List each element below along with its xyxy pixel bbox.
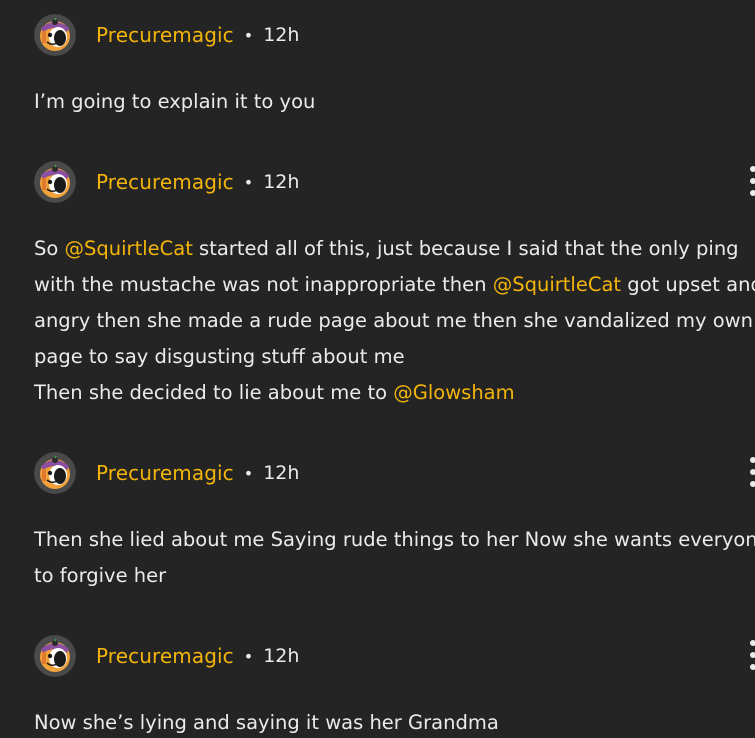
comment-line: to forgive her (34, 558, 755, 594)
avatar-icon (34, 161, 76, 203)
comment-header: Precuremagic • 12h (34, 451, 299, 495)
comment-line: Then she decided to lie about me to @Glo… (34, 375, 755, 411)
comment-header: Precuremagic • 12h (34, 160, 299, 204)
comment-line: page to say disgusting stuff about me (34, 339, 755, 375)
comment-text-segment: angry then she made a rude page about me… (34, 309, 753, 332)
comment-line: Then she lied about me Saying rude thing… (34, 522, 755, 558)
more-vertical-icon (750, 640, 755, 646)
username-link[interactable]: Precuremagic (96, 461, 234, 485)
comment-text-segment: started all of this, just because I said… (192, 237, 739, 260)
mention-link[interactable]: @Glowsham (393, 381, 514, 404)
comment-header: Precuremagic • 12h (34, 13, 299, 57)
comment-text-segment: got upset and (621, 273, 755, 296)
comment-text-segment: Then she lied about me Saying rude thing… (34, 528, 755, 551)
comment-text-segment: Now she’s lying and saying it was her Gr… (34, 711, 499, 734)
comment-text-segment: with the mustache was not inappropriate … (34, 273, 493, 296)
more-vertical-icon (750, 457, 755, 463)
username-link[interactable]: Precuremagic (96, 170, 234, 194)
separator-dot: • (243, 463, 254, 483)
comment-line: I’m going to explain it to you (34, 84, 755, 120)
comment-line: with the mustache was not inappropriate … (34, 267, 755, 303)
more-vertical-icon (750, 190, 755, 196)
separator-dot: • (243, 172, 254, 192)
more-vertical-icon (750, 652, 755, 658)
timestamp: 12h (263, 645, 300, 667)
avatar[interactable] (34, 635, 76, 677)
comment-text: So @SquirtleCat started all of this, jus… (34, 231, 755, 411)
comment-text: Now she’s lying and saying it was her Gr… (34, 705, 755, 738)
avatar-icon (34, 635, 76, 677)
comment-text-segment: page to say disgusting stuff about me (34, 345, 405, 368)
avatar-icon (34, 452, 76, 494)
more-vertical-icon (750, 166, 755, 172)
timestamp: 12h (263, 462, 300, 484)
more-vertical-icon (750, 178, 755, 184)
separator-dot: • (243, 646, 254, 666)
more-vertical-icon (750, 469, 755, 475)
comment-text-segment: So (34, 237, 65, 260)
comment-line: Now she’s lying and saying it was her Gr… (34, 705, 755, 738)
timestamp: 12h (263, 171, 300, 193)
comment-line: angry then she made a rude page about me… (34, 303, 755, 339)
more-options-button[interactable] (747, 640, 755, 670)
comment-text-segment: I’m going to explain it to you (34, 90, 316, 113)
mention-link[interactable]: @SquirtleCat (493, 273, 621, 296)
avatar[interactable] (34, 14, 76, 56)
username-link[interactable]: Precuremagic (96, 23, 234, 47)
comment-text-segment: to forgive her (34, 564, 167, 587)
avatar[interactable] (34, 452, 76, 494)
more-vertical-icon (750, 664, 755, 670)
comment-text: Then she lied about me Saying rude thing… (34, 522, 755, 594)
username-link[interactable]: Precuremagic (96, 644, 234, 668)
comment-text: I’m going to explain it to you (34, 84, 755, 120)
comment-line: So @SquirtleCat started all of this, jus… (34, 231, 755, 267)
avatar-icon (34, 14, 76, 56)
separator-dot: • (243, 25, 254, 45)
timestamp: 12h (263, 24, 300, 46)
more-options-button[interactable] (747, 457, 755, 487)
more-options-button[interactable] (747, 166, 755, 196)
avatar[interactable] (34, 161, 76, 203)
more-vertical-icon (750, 481, 755, 487)
mention-link[interactable]: @SquirtleCat (65, 237, 193, 260)
comment-header: Precuremagic • 12h (34, 634, 299, 678)
comment-text-segment: Then she decided to lie about me to (34, 381, 394, 404)
